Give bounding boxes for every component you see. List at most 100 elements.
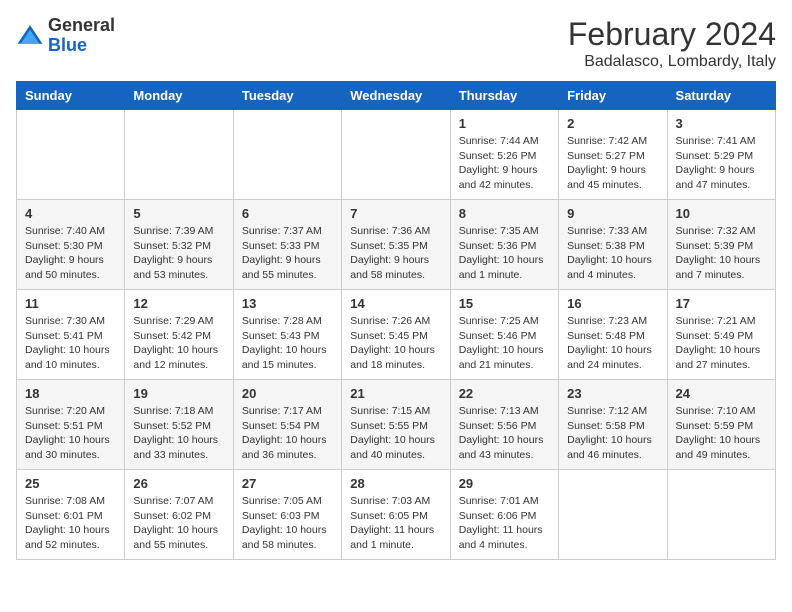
calendar-week-row: 11 Sunrise: 7:30 AM Sunset: 5:41 PM Dayli… [17, 290, 776, 380]
calendar-cell [125, 110, 233, 200]
day-number: 14 [350, 296, 441, 311]
day-info: Sunrise: 7:10 AM Sunset: 5:59 PM Dayligh… [676, 404, 767, 463]
calendar-week-row: 1 Sunrise: 7:44 AM Sunset: 5:26 PM Daylig… [17, 110, 776, 200]
day-info: Sunrise: 7:41 AM Sunset: 5:29 PM Dayligh… [676, 134, 767, 193]
day-info: Sunrise: 7:13 AM Sunset: 5:56 PM Dayligh… [459, 404, 550, 463]
calendar-cell: 14 Sunrise: 7:26 AM Sunset: 5:45 PM Dayli… [342, 290, 450, 380]
calendar-cell: 28 Sunrise: 7:03 AM Sunset: 6:05 PM Dayli… [342, 470, 450, 560]
day-number: 2 [567, 116, 658, 131]
day-number: 12 [133, 296, 224, 311]
day-info: Sunrise: 7:30 AM Sunset: 5:41 PM Dayligh… [25, 314, 116, 373]
calendar-cell: 27Sunrise: 7:05 AM Sunset: 6:03 PM Dayli… [233, 470, 341, 560]
day-number: 29 [459, 476, 550, 491]
logo: General Blue [16, 16, 115, 56]
day-info: Sunrise: 7:36 AM Sunset: 5:35 PM Dayligh… [350, 224, 441, 283]
day-number: 11 [25, 296, 116, 311]
day-info: Sunrise: 7:37 AM Sunset: 5:33 PM Dayligh… [242, 224, 333, 283]
day-info: Sunrise: 7:15 AM Sunset: 5:55 PM Dayligh… [350, 404, 441, 463]
logo-icon [16, 22, 44, 50]
calendar-cell: 26Sunrise: 7:07 AM Sunset: 6:02 PM Dayli… [125, 470, 233, 560]
day-number: 13 [242, 296, 333, 311]
day-number: 4 [25, 206, 116, 221]
calendar-cell: 18 Sunrise: 7:20 AM Sunset: 5:51 PM Dayli… [17, 380, 125, 470]
header-saturday: Saturday [667, 82, 775, 110]
day-number: 18 [25, 386, 116, 401]
calendar-cell: 17 Sunrise: 7:21 AM Sunset: 5:49 PM Dayli… [667, 290, 775, 380]
day-number: 1 [459, 116, 550, 131]
calendar-cell [342, 110, 450, 200]
calendar-cell: 11 Sunrise: 7:30 AM Sunset: 5:41 PM Dayli… [17, 290, 125, 380]
calendar-cell: 5 Sunrise: 7:39 AM Sunset: 5:32 PM Daylig… [125, 200, 233, 290]
day-info: Sunrise: 7:26 AM Sunset: 5:45 PM Dayligh… [350, 314, 441, 373]
calendar-header-row: SundayMondayTuesdayWednesdayThursdayFrid… [17, 82, 776, 110]
day-number: 15 [459, 296, 550, 311]
calendar-cell: 19Sunrise: 7:18 AM Sunset: 5:52 PM Dayli… [125, 380, 233, 470]
day-info: Sunrise: 7:40 AM Sunset: 5:30 PM Dayligh… [25, 224, 116, 283]
day-number: 20 [242, 386, 333, 401]
day-number: 27 [242, 476, 333, 491]
day-number: 9 [567, 206, 658, 221]
day-info: Sunrise: 7:44 AM Sunset: 5:26 PM Dayligh… [459, 134, 550, 193]
day-number: 5 [133, 206, 224, 221]
calendar-cell: 3 Sunrise: 7:41 AM Sunset: 5:29 PM Daylig… [667, 110, 775, 200]
calendar-cell: 10 Sunrise: 7:32 AM Sunset: 5:39 PM Dayli… [667, 200, 775, 290]
day-number: 22 [459, 386, 550, 401]
calendar-cell: 16Sunrise: 7:23 AM Sunset: 5:48 PM Dayli… [559, 290, 667, 380]
day-number: 6 [242, 206, 333, 221]
calendar-cell: 12 Sunrise: 7:29 AM Sunset: 5:42 PM Dayli… [125, 290, 233, 380]
day-number: 10 [676, 206, 767, 221]
calendar-cell: 22 Sunrise: 7:13 AM Sunset: 5:56 PM Dayli… [450, 380, 558, 470]
day-info: Sunrise: 7:42 AM Sunset: 5:27 PM Dayligh… [567, 134, 658, 193]
calendar-cell: 13 Sunrise: 7:28 AM Sunset: 5:43 PM Dayli… [233, 290, 341, 380]
location-title: Badalasco, Lombardy, Italy [568, 53, 776, 71]
day-number: 7 [350, 206, 441, 221]
calendar-cell: 24Sunrise: 7:10 AM Sunset: 5:59 PM Dayli… [667, 380, 775, 470]
calendar-cell: 4 Sunrise: 7:40 AM Sunset: 5:30 PM Daylig… [17, 200, 125, 290]
day-info: Sunrise: 7:35 AM Sunset: 5:36 PM Dayligh… [459, 224, 550, 283]
day-number: 16 [567, 296, 658, 311]
calendar-cell: 6 Sunrise: 7:37 AM Sunset: 5:33 PM Daylig… [233, 200, 341, 290]
day-info: Sunrise: 7:39 AM Sunset: 5:32 PM Dayligh… [133, 224, 224, 283]
day-info: Sunrise: 7:32 AM Sunset: 5:39 PM Dayligh… [676, 224, 767, 283]
calendar-week-row: 25 Sunrise: 7:08 AM Sunset: 6:01 PM Dayli… [17, 470, 776, 560]
calendar-cell: 25 Sunrise: 7:08 AM Sunset: 6:01 PM Dayli… [17, 470, 125, 560]
day-number: 17 [676, 296, 767, 311]
calendar-week-row: 18 Sunrise: 7:20 AM Sunset: 5:51 PM Dayli… [17, 380, 776, 470]
header-tuesday: Tuesday [233, 82, 341, 110]
calendar-table: SundayMondayTuesdayWednesdayThursdayFrid… [16, 81, 776, 560]
day-number: 8 [459, 206, 550, 221]
day-info: Sunrise: 7:25 AM Sunset: 5:46 PM Dayligh… [459, 314, 550, 373]
day-info: Sunrise: 7:08 AM Sunset: 6:01 PM Dayligh… [25, 494, 116, 553]
calendar-cell [17, 110, 125, 200]
day-number: 25 [25, 476, 116, 491]
calendar-cell [233, 110, 341, 200]
calendar-cell: 21 Sunrise: 7:15 AM Sunset: 5:55 PM Dayli… [342, 380, 450, 470]
day-info: Sunrise: 7:17 AM Sunset: 5:54 PM Dayligh… [242, 404, 333, 463]
calendar-cell [559, 470, 667, 560]
calendar-cell: 20 Sunrise: 7:17 AM Sunset: 5:54 PM Dayli… [233, 380, 341, 470]
page-header: General Blue February 2024 Badalasco, Lo… [16, 16, 776, 71]
day-info: Sunrise: 7:12 AM Sunset: 5:58 PM Dayligh… [567, 404, 658, 463]
logo-text: General Blue [48, 16, 115, 56]
calendar-cell: 29Sunrise: 7:01 AM Sunset: 6:06 PM Dayli… [450, 470, 558, 560]
day-number: 28 [350, 476, 441, 491]
day-info: Sunrise: 7:21 AM Sunset: 5:49 PM Dayligh… [676, 314, 767, 373]
calendar-cell: 15 Sunrise: 7:25 AM Sunset: 5:46 PM Dayli… [450, 290, 558, 380]
title-block: February 2024 Badalasco, Lombardy, Italy [568, 16, 776, 71]
day-info: Sunrise: 7:29 AM Sunset: 5:42 PM Dayligh… [133, 314, 224, 373]
day-number: 3 [676, 116, 767, 131]
header-sunday: Sunday [17, 82, 125, 110]
calendar-cell: 23 Sunrise: 7:12 AM Sunset: 5:58 PM Dayli… [559, 380, 667, 470]
calendar-cell: 1 Sunrise: 7:44 AM Sunset: 5:26 PM Daylig… [450, 110, 558, 200]
day-info: Sunrise: 7:20 AM Sunset: 5:51 PM Dayligh… [25, 404, 116, 463]
day-info: Sunrise: 7:28 AM Sunset: 5:43 PM Dayligh… [242, 314, 333, 373]
day-number: 26 [133, 476, 224, 491]
day-number: 23 [567, 386, 658, 401]
calendar-cell: 9Sunrise: 7:33 AM Sunset: 5:38 PM Daylig… [559, 200, 667, 290]
header-wednesday: Wednesday [342, 82, 450, 110]
day-info: Sunrise: 7:03 AM Sunset: 6:05 PM Dayligh… [350, 494, 441, 553]
calendar-cell [667, 470, 775, 560]
calendar-cell: 7 Sunrise: 7:36 AM Sunset: 5:35 PM Daylig… [342, 200, 450, 290]
day-number: 21 [350, 386, 441, 401]
day-number: 19 [133, 386, 224, 401]
